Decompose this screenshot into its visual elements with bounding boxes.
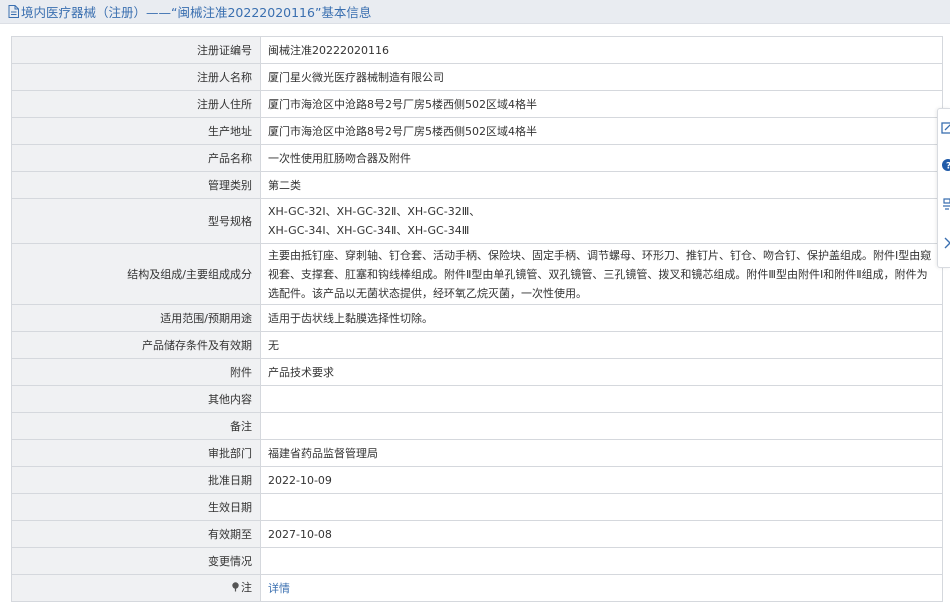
field-value: 产品技术要求 [260,358,943,386]
field-label: 生产地址 [11,117,261,145]
field-value: 适用于齿状线上黏膜选择性切除。 [260,304,943,332]
field-label: 注册人住所 [11,90,261,118]
table-row: 结构及组成/主要组成成分 主要由抵钉座、穿刺轴、钉仓套、活动手柄、保险块、固定手柄… [11,243,943,305]
model-spec-text: XH-GC-32Ⅰ、XH-GC-32Ⅱ、XH-GC-32Ⅲ、 XH-GC-34Ⅰ… [268,205,481,237]
table-row: 注册人名称 厦门星火微光医疗器械制造有限公司 [11,63,943,91]
field-value: 2027-10-08 [260,520,943,548]
table-row: 注册人住所 厦门市海沧区中沧路8号2号厂房5楼西侧502区域4格半 [11,90,943,118]
field-value: 厦门市海沧区中沧路8号2号厂房5楼西侧502区域4格半 [260,117,943,145]
field-label: 审批部门 [11,439,261,467]
field-value: 无 [260,331,943,359]
field-label: 有效期至 [11,520,261,548]
page-title: 境内医疗器械（注册）——“闽械注准20222020116”基本信息 [21,5,372,20]
table-row: 有效期至 2027-10-08 [11,520,943,548]
field-value: 厦门星火微光医疗器械制造有限公司 [260,63,943,91]
expand-icon[interactable] [941,236,950,250]
field-label: 管理类别 [11,171,261,199]
field-value: 第二类 [260,171,943,199]
field-value [260,493,943,521]
table-row: 其他内容 [11,385,943,413]
table-row: 型号规格 XH-GC-32Ⅰ、XH-GC-32Ⅱ、XH-GC-32Ⅲ、 XH-GC… [11,198,943,244]
table-row: 产品储存条件及有效期无 [11,331,943,359]
document-icon [8,5,19,18]
table-row: 生效日期 [11,493,943,521]
floating-sidebar: ? [937,108,950,268]
note-label: 注 [241,581,252,594]
table-row: 生产地址 厦门市海沧区中沧路8号2号厂房5楼西侧502区域4格半 [11,117,943,145]
field-label: 适用范围/预期用途 [11,304,261,332]
help-icon[interactable]: ? [941,158,950,172]
field-value: 厦门市海沧区中沧路8号2号厂房5楼西侧502区域4格半 [260,90,943,118]
pin-icon [231,579,240,598]
share-icon[interactable] [941,197,950,211]
table-row: 管理类别 第二类 [11,171,943,199]
field-value: 一次性使用肛肠吻合器及附件 [260,144,943,172]
field-label: 批准日期 [11,466,261,494]
table-row: 注册证编号 闽械注准20222020116 [11,36,943,64]
field-value [260,412,943,440]
field-value: XH-GC-32Ⅰ、XH-GC-32Ⅱ、XH-GC-32Ⅲ、 XH-GC-34Ⅰ… [260,198,943,244]
note-label-cell: 注 [11,574,261,602]
note-value-cell: 详情 [260,574,943,602]
field-label: 备注 [11,412,261,440]
page-header: 境内医疗器械（注册）——“闽械注准20222020116”基本信息 [0,0,950,24]
field-value [260,385,943,413]
field-label: 产品名称 [11,144,261,172]
table-row: 产品名称 一次性使用肛肠吻合器及附件 [11,144,943,172]
field-value: 主要由抵钉座、穿刺轴、钉仓套、活动手柄、保险块、固定手柄、调节螺母、环形刀、推钉… [260,243,943,305]
table-row: 备注 [11,412,943,440]
field-label: 生效日期 [11,493,261,521]
field-value: 闽械注准20222020116 [260,36,943,64]
field-label: 变更情况 [11,547,261,575]
field-value: 福建省药品监督管理局 [260,439,943,467]
info-table: 注册证编号 闽械注准20222020116 注册人名称 厦门星火微光医疗器械制造有限公… [11,36,943,602]
table-row: 附件 产品技术要求 [11,358,943,386]
table-row: 适用范围/预期用途 适用于齿状线上黏膜选择性切除。 [11,304,943,332]
field-label: 结构及组成/主要组成成分 [11,243,261,305]
table-row: 批准日期 2022-10-09 [11,466,943,494]
field-label: 附件 [11,358,261,386]
field-value: 2022-10-09 [260,466,943,494]
field-label: 其他内容 [11,385,261,413]
table-row-note: 注 详情 [11,574,943,602]
table-row: 审批部门 福建省药品监督管理局 [11,439,943,467]
details-link[interactable]: 详情 [268,582,290,595]
field-label: 产品储存条件及有效期 [11,331,261,359]
field-label: 注册人名称 [11,63,261,91]
field-label: 型号规格 [11,198,261,244]
field-label: 注册证编号 [11,36,261,64]
table-row: 变更情况 [11,547,943,575]
field-value [260,547,943,575]
edit-icon[interactable] [941,121,950,135]
svg-text:?: ? [946,162,950,172]
